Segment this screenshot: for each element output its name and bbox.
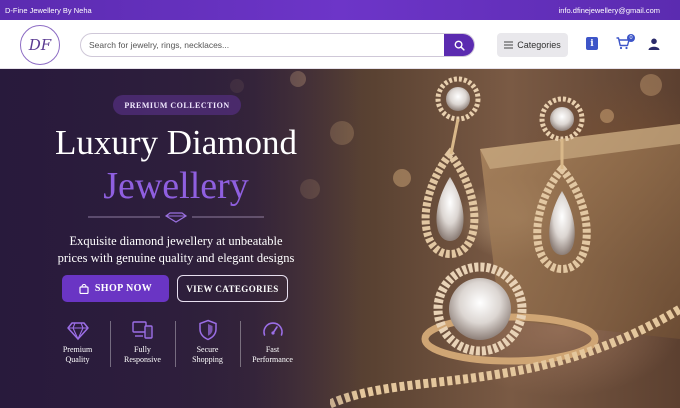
contact-email[interactable]: info.dfinejewellery@gmail.com	[559, 6, 660, 15]
search-input[interactable]	[81, 34, 444, 56]
shopping-bag-icon	[79, 283, 89, 294]
feature-list: Premium Quality Fully Responsive Secure Sho…	[45, 319, 305, 369]
cart-count-badge: 0	[627, 34, 635, 42]
feature-fast-performance: Fast Performance	[240, 319, 305, 369]
diamond-divider	[88, 212, 264, 223]
search-icon	[454, 40, 465, 51]
categories-label: Categories	[517, 40, 561, 50]
hero-description: Exquisite diamond jewellery at unbeatabl…	[57, 234, 295, 265]
logo[interactable]: DF	[20, 25, 60, 65]
user-icon[interactable]	[648, 38, 660, 50]
speedometer-icon	[262, 322, 283, 336]
premium-collection-badge: PREMIUM COLLECTION	[113, 95, 241, 115]
list-icon	[504, 41, 514, 49]
cart-button[interactable]: 0	[616, 34, 635, 51]
hero-title-line2: Jewellery	[103, 165, 249, 207]
hero-banner: PREMIUM COLLECTION Luxury Diamond Jewell…	[0, 69, 680, 408]
hero-title-line1: Luxury Diamond	[54, 123, 298, 162]
diamond-icon	[66, 322, 89, 341]
categories-button[interactable]: Categories	[497, 33, 568, 57]
jewellery-image	[330, 76, 680, 408]
brand-name: D-Fine Jewellery By Neha	[5, 5, 92, 15]
search-bar	[80, 33, 475, 57]
feature-secure-shopping: Secure Shopping	[175, 319, 240, 369]
shop-now-label: SHOP NOW	[94, 283, 153, 294]
feature-fully-responsive: Fully Responsive	[110, 319, 175, 369]
top-bar: D-Fine Jewellery By Neha info.dfinejewel…	[0, 0, 680, 20]
info-icon[interactable]: i	[586, 37, 598, 50]
shield-icon	[198, 319, 217, 341]
header: DF Categories i 0	[0, 20, 680, 69]
feature-premium-quality: Premium Quality	[45, 319, 110, 369]
view-categories-button[interactable]: VIEW CATEGORIES	[177, 275, 288, 302]
devices-icon	[131, 321, 153, 339]
shop-now-button[interactable]: SHOP NOW	[62, 275, 169, 302]
search-button[interactable]	[444, 34, 474, 56]
